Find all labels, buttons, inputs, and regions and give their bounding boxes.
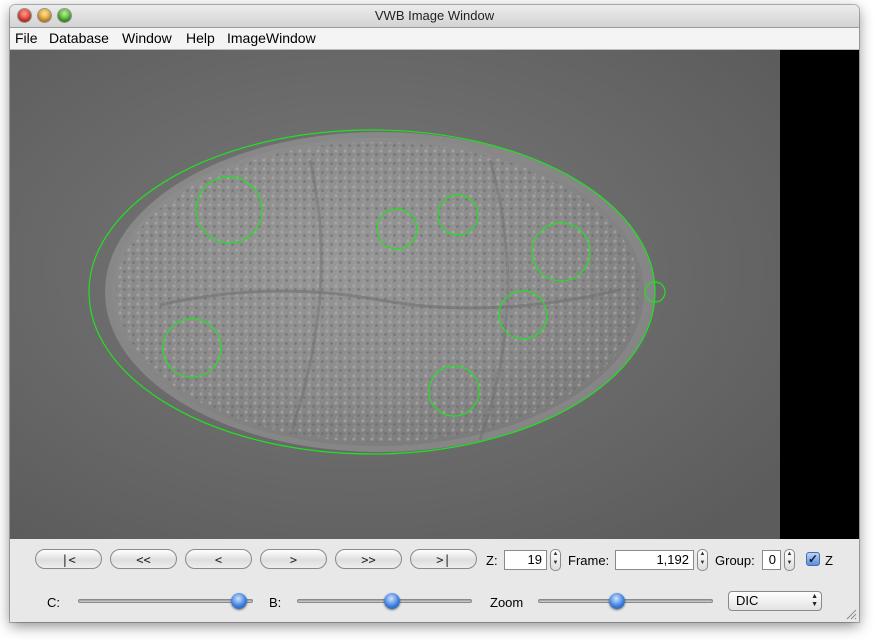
frame-input[interactable]: 1,192 (615, 550, 694, 570)
title-bar: VWB Image Window (10, 5, 859, 28)
z-label: Z: (486, 553, 498, 568)
first-frame-button[interactable]: |< (35, 549, 102, 569)
channel-select-value: DIC (736, 593, 759, 608)
group-input[interactable]: 0 (762, 550, 781, 570)
menu-bar: File Database Window Help ImageWindow (10, 28, 859, 50)
menu-imagewindow[interactable]: ImageWindow (227, 30, 316, 47)
embryo-image-svg (10, 50, 780, 539)
c-slider-track[interactable] (78, 599, 253, 603)
z-checkbox[interactable]: ✓ (806, 552, 820, 566)
group-stepper[interactable]: ▲ ▼ (784, 549, 795, 571)
zoom-slider-thumb[interactable] (608, 593, 625, 609)
z-stepper[interactable]: ▲ ▼ (550, 549, 561, 571)
next-frame-button[interactable]: > (260, 549, 327, 569)
last-frame-button[interactable]: >| (410, 549, 477, 569)
menu-help[interactable]: Help (186, 30, 215, 47)
close-window-button[interactable] (18, 9, 31, 22)
zoom-window-button[interactable] (58, 9, 71, 22)
group-label: Group: (715, 553, 755, 568)
minimize-window-button[interactable] (38, 9, 51, 22)
z-input[interactable]: 19 (504, 550, 547, 570)
c-slider-label: C: (47, 595, 60, 610)
frame-label: Frame: (568, 553, 610, 568)
previous-frame-button[interactable]: < (185, 549, 252, 569)
image-viewport[interactable] (10, 50, 859, 539)
menu-database[interactable]: Database (49, 30, 109, 47)
rewind-button[interactable]: << (110, 549, 177, 569)
menu-window[interactable]: Window (122, 30, 172, 47)
window-title: VWB Image Window (374, 8, 495, 23)
c-slider-thumb[interactable] (231, 593, 247, 609)
zoom-slider-track[interactable] (538, 599, 713, 603)
select-arrows-icon: ▲ ▼ (811, 593, 818, 608)
fast-forward-button[interactable]: >> (335, 549, 402, 569)
microscope-image[interactable] (10, 50, 780, 539)
b-slider-thumb[interactable] (383, 593, 400, 609)
b-slider-label: B: (269, 595, 282, 610)
frame-stepper[interactable]: ▲ ▼ (697, 549, 708, 571)
cytoplasm-texture (116, 142, 640, 442)
menu-file[interactable]: File (15, 30, 38, 47)
control-panel: |< << < > >> >| Z: 19 ▲ ▼ Frame: 1,192 ▲ ▼… (10, 539, 859, 622)
resize-grip-icon[interactable] (845, 608, 857, 620)
image-window: VWB Image Window File Database Window He… (10, 5, 859, 622)
zoom-slider-label: Zoom (490, 595, 524, 610)
channel-select[interactable]: DIC ▲ ▼ (728, 591, 822, 611)
z-checkbox-label: Z (825, 553, 833, 568)
